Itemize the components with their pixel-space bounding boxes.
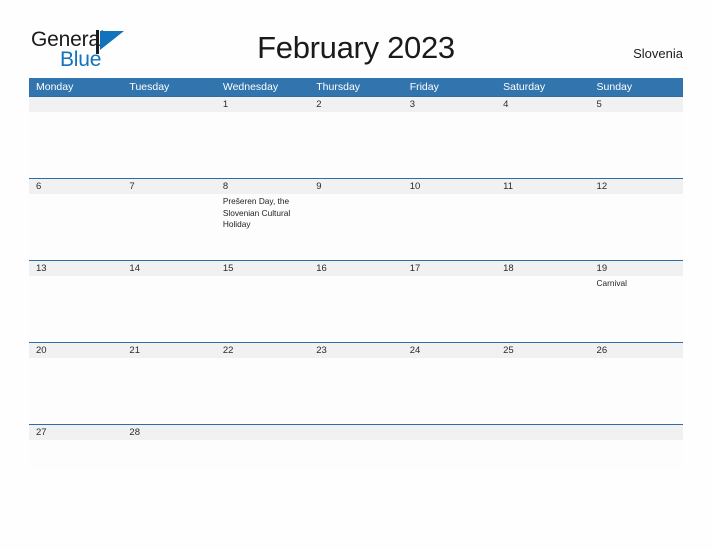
day-event[interactable] xyxy=(309,112,402,178)
weekday-thursday: Thursday xyxy=(316,81,361,93)
day-number[interactable]: 7 xyxy=(122,179,215,194)
weekday-wednesday: Wednesday xyxy=(222,81,279,93)
day-event-holiday[interactable]: Carnival xyxy=(590,276,683,342)
week-event-band xyxy=(29,440,683,468)
day-event[interactable] xyxy=(216,440,309,468)
day-number[interactable]: 9 xyxy=(309,179,402,194)
day-number[interactable]: 4 xyxy=(496,97,589,112)
day-number[interactable]: 28 xyxy=(122,425,215,440)
week-number-band: 1 2 3 4 5 xyxy=(29,97,683,112)
day-number[interactable]: 6 xyxy=(29,179,122,194)
day-number[interactable] xyxy=(496,425,589,440)
day-event[interactable] xyxy=(496,358,589,424)
day-number[interactable]: 13 xyxy=(29,261,122,276)
day-event[interactable] xyxy=(29,276,122,342)
day-number[interactable]: 14 xyxy=(122,261,215,276)
day-event[interactable] xyxy=(122,440,215,468)
day-number[interactable]: 24 xyxy=(403,343,496,358)
week-row: 20 21 22 23 24 25 26 xyxy=(29,342,683,424)
day-number[interactable] xyxy=(309,425,402,440)
day-event[interactable] xyxy=(403,194,496,260)
day-number[interactable]: 16 xyxy=(309,261,402,276)
day-number[interactable]: 19 xyxy=(590,261,683,276)
day-number[interactable]: 5 xyxy=(590,97,683,112)
day-number[interactable]: 2 xyxy=(309,97,402,112)
day-event[interactable] xyxy=(403,440,496,468)
weekday-sunday: Sunday xyxy=(596,81,633,93)
day-event[interactable] xyxy=(496,112,589,178)
day-number[interactable]: 25 xyxy=(496,343,589,358)
week-row: 27 28 xyxy=(29,424,683,468)
week-event-band xyxy=(29,358,683,424)
day-number[interactable] xyxy=(403,425,496,440)
weekday-tuesday: Tuesday xyxy=(129,81,170,93)
day-event[interactable] xyxy=(216,358,309,424)
day-number[interactable] xyxy=(122,97,215,112)
day-event[interactable] xyxy=(403,276,496,342)
week-row: 6 7 8 9 10 11 12 Prešeren Day, the Slove… xyxy=(29,178,683,260)
week-number-band: 27 28 xyxy=(29,425,683,440)
day-event[interactable] xyxy=(496,440,589,468)
week-row: 1 2 3 4 5 xyxy=(29,96,683,178)
day-number[interactable] xyxy=(29,97,122,112)
day-event[interactable] xyxy=(496,194,589,260)
day-event[interactable] xyxy=(122,194,215,260)
calendar-grid: Monday Tuesday Wednesday Thursday Friday… xyxy=(29,78,683,468)
week-event-band: Carnival xyxy=(29,276,683,342)
week-event-band: Prešeren Day, the Slovenian Cultural Hol… xyxy=(29,194,683,260)
calendar-page: General Blue February 2023 Slovenia Mond… xyxy=(0,0,712,550)
day-number[interactable]: 27 xyxy=(29,425,122,440)
day-event[interactable] xyxy=(122,276,215,342)
day-number[interactable]: 3 xyxy=(403,97,496,112)
day-event[interactable] xyxy=(29,440,122,468)
week-row: 13 14 15 16 17 18 19 Carnival xyxy=(29,260,683,342)
weekday-saturday: Saturday xyxy=(503,81,546,93)
day-event[interactable] xyxy=(309,276,402,342)
day-number[interactable]: 11 xyxy=(496,179,589,194)
day-number[interactable]: 8 xyxy=(216,179,309,194)
day-event[interactable] xyxy=(29,112,122,178)
country-label: Slovenia xyxy=(633,46,683,61)
day-number[interactable]: 21 xyxy=(122,343,215,358)
day-event[interactable] xyxy=(216,112,309,178)
day-number[interactable]: 20 xyxy=(29,343,122,358)
day-number[interactable]: 1 xyxy=(216,97,309,112)
weekday-monday: Monday xyxy=(36,81,74,93)
day-number[interactable]: 23 xyxy=(309,343,402,358)
day-event[interactable] xyxy=(496,276,589,342)
day-event[interactable] xyxy=(403,358,496,424)
day-event[interactable] xyxy=(309,358,402,424)
week-event-band xyxy=(29,112,683,178)
day-event[interactable] xyxy=(403,112,496,178)
day-event-holiday[interactable]: Prešeren Day, the Slovenian Cultural Hol… xyxy=(216,194,309,260)
day-number[interactable]: 22 xyxy=(216,343,309,358)
day-event[interactable] xyxy=(122,112,215,178)
day-event[interactable] xyxy=(590,358,683,424)
day-number[interactable]: 18 xyxy=(496,261,589,276)
day-number[interactable]: 12 xyxy=(590,179,683,194)
weekday-friday: Friday xyxy=(409,81,439,93)
day-number[interactable] xyxy=(590,425,683,440)
day-event[interactable] xyxy=(590,112,683,178)
weekday-header-row: Monday Tuesday Wednesday Thursday Friday… xyxy=(29,78,683,96)
week-number-band: 6 7 8 9 10 11 12 xyxy=(29,179,683,194)
week-number-band: 20 21 22 23 24 25 26 xyxy=(29,343,683,358)
day-event[interactable] xyxy=(216,276,309,342)
day-number[interactable]: 26 xyxy=(590,343,683,358)
day-event[interactable] xyxy=(590,440,683,468)
day-number[interactable] xyxy=(216,425,309,440)
week-number-band: 13 14 15 16 17 18 19 xyxy=(29,261,683,276)
page-title: February 2023 xyxy=(257,30,455,65)
day-event[interactable] xyxy=(309,194,402,260)
day-event[interactable] xyxy=(29,194,122,260)
day-event[interactable] xyxy=(309,440,402,468)
day-number[interactable]: 17 xyxy=(403,261,496,276)
day-event[interactable] xyxy=(122,358,215,424)
day-number[interactable]: 15 xyxy=(216,261,309,276)
page-header: General Blue February 2023 Slovenia xyxy=(0,0,712,78)
day-event[interactable] xyxy=(29,358,122,424)
day-event[interactable] xyxy=(590,194,683,260)
day-number[interactable]: 10 xyxy=(403,179,496,194)
